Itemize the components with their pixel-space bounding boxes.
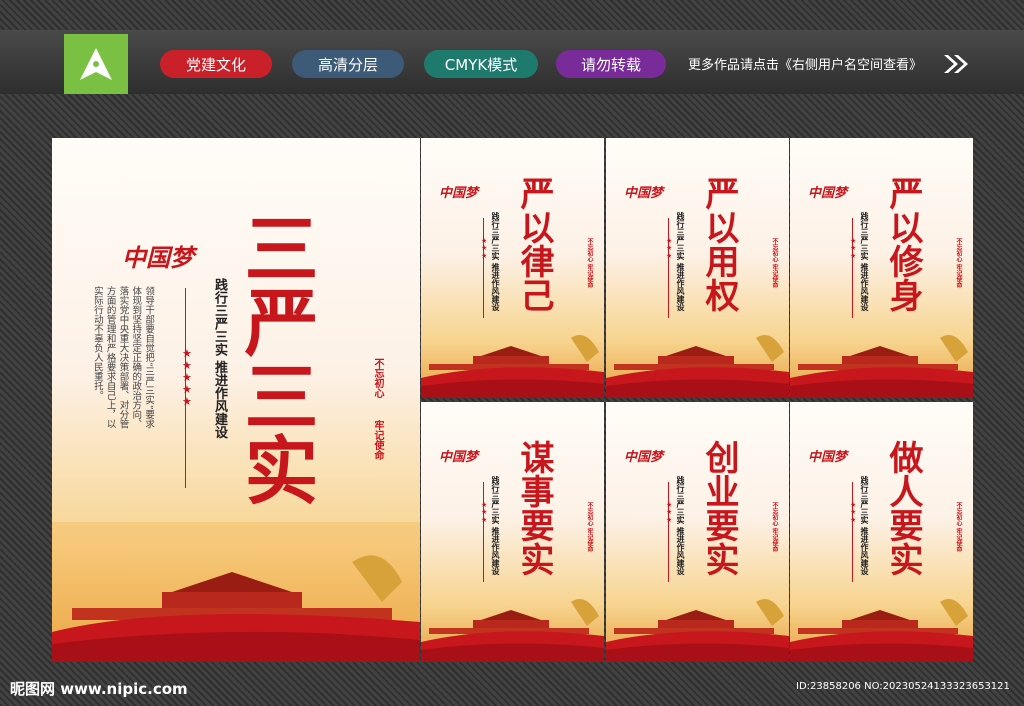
poster-card: 中国梦 严以律己 践行三严三实 推进作风建设 ★ ★ ★ 不忘初心 牢记使命	[421, 138, 604, 398]
poster-title: 做人要实	[883, 440, 923, 576]
poster-divider	[483, 218, 484, 318]
main-subtitle: 践行三严三实 推进作风建设	[212, 278, 227, 439]
site-logo[interactable]	[64, 34, 128, 94]
stars-decoration: ★ ★ ★ ★ ★	[182, 347, 192, 409]
more-works-link[interactable]: 更多作品请点击《右侧用户名空间查看》	[688, 54, 922, 73]
poster-title: 创业要实	[699, 440, 739, 576]
poster-title: 严以律己	[514, 176, 554, 312]
palace-ribbon-graphic	[606, 599, 789, 662]
poster-card: 中国梦 严以修身 践行三严三实 推进作风建设 ★ ★ ★ 不忘初心 牢记使命	[790, 138, 973, 398]
poster-title: 谋事要实	[514, 440, 554, 576]
poster-subtitle: 践行三严三实 推进作风建设	[860, 212, 870, 311]
palace-ribbon-graphic	[52, 522, 420, 662]
china-dream-brand: 中国梦	[624, 450, 664, 465]
tag-party-culture[interactable]: 党建文化	[160, 50, 272, 78]
poster-motto: 不忘初心 牢记使命	[771, 502, 778, 553]
tag-hd-layers[interactable]: 高清分层	[292, 50, 404, 78]
china-dream-brand: 中国梦	[808, 186, 848, 201]
stars-decoration: ★ ★ ★	[666, 501, 673, 524]
poster-card: 中国梦 谋事要实 践行三严三实 推进作风建设 ★ ★ ★ 不忘初心 牢记使命	[421, 402, 604, 662]
palace-ribbon-graphic	[606, 335, 789, 398]
main-motto-2: 牢记使命	[372, 420, 383, 460]
site-watermark: 昵图网 www.nipic.com	[10, 680, 188, 698]
tag-no-repost[interactable]: 请勿转载	[556, 50, 666, 78]
china-dream-brand: 中国梦	[122, 243, 194, 272]
main-poster: 中国梦 三严三实 践行三严三实 推进作风建设 领导干部要自觉把“三严三实”要求体…	[52, 138, 420, 662]
poster-subtitle: 践行三严三实 推进作风建设	[491, 212, 501, 311]
poster-title: 严以用权	[699, 176, 739, 312]
main-motto-1: 不忘初心	[372, 358, 383, 398]
china-dream-brand: 中国梦	[439, 186, 479, 201]
poster-motto: 不忘初心 牢记使命	[955, 238, 962, 289]
poster-divider	[668, 218, 669, 318]
double-chevron-right-icon[interactable]	[942, 52, 970, 76]
palace-ribbon-graphic	[421, 599, 604, 662]
poster-divider	[483, 482, 484, 582]
main-title: 三严三实	[232, 210, 318, 506]
poster-card: 中国梦 创业要实 践行三严三实 推进作风建设 ★ ★ ★ 不忘初心 牢记使命	[606, 402, 789, 662]
poster-motto: 不忘初心 牢记使命	[586, 238, 593, 289]
poster-subtitle: 践行三严三实 推进作风建设	[676, 476, 686, 575]
palace-ribbon-graphic	[790, 335, 973, 398]
stars-decoration: ★ ★ ★	[850, 501, 857, 524]
palace-ribbon-graphic	[790, 599, 973, 662]
china-dream-brand: 中国梦	[808, 450, 848, 465]
poster-title: 严以修身	[883, 176, 923, 312]
poster-card: 中国梦 做人要实 践行三严三实 推进作风建设 ★ ★ ★ 不忘初心 牢记使命	[790, 402, 973, 662]
poster-divider	[852, 482, 853, 582]
stars-decoration: ★ ★ ★	[481, 501, 488, 524]
poster-subtitle: 践行三严三实 推进作风建设	[860, 476, 870, 575]
china-dream-brand: 中国梦	[624, 186, 664, 201]
poster-card: 中国梦 严以用权 践行三严三实 推进作风建设 ★ ★ ★ 不忘初心 牢记使命	[606, 138, 789, 398]
poster-subtitle: 践行三严三实 推进作风建设	[676, 212, 686, 311]
main-body-text: 领导干部要自觉把“三严三实”要求体现到坚持坚定正确的政治方向、落实党中央重大决策…	[91, 286, 155, 429]
poster-subtitle: 践行三严三实 推进作风建设	[491, 476, 501, 575]
palace-ribbon-graphic	[421, 335, 604, 398]
china-dream-brand: 中国梦	[439, 450, 479, 465]
poster-divider	[668, 482, 669, 582]
stars-decoration: ★ ★ ★	[666, 237, 673, 260]
image-id: ID:23858206 NO:20230524133323653121	[796, 681, 1010, 692]
poster-motto: 不忘初心 牢记使命	[586, 502, 593, 553]
pen-nib-icon	[80, 48, 112, 80]
stars-decoration: ★ ★ ★	[481, 237, 488, 260]
poster-divider	[852, 218, 853, 318]
stars-decoration: ★ ★ ★	[850, 237, 857, 260]
poster-motto: 不忘初心 牢记使命	[771, 238, 778, 289]
poster-motto: 不忘初心 牢记使命	[955, 502, 962, 553]
tag-cmyk-mode[interactable]: CMYK模式	[424, 50, 538, 78]
